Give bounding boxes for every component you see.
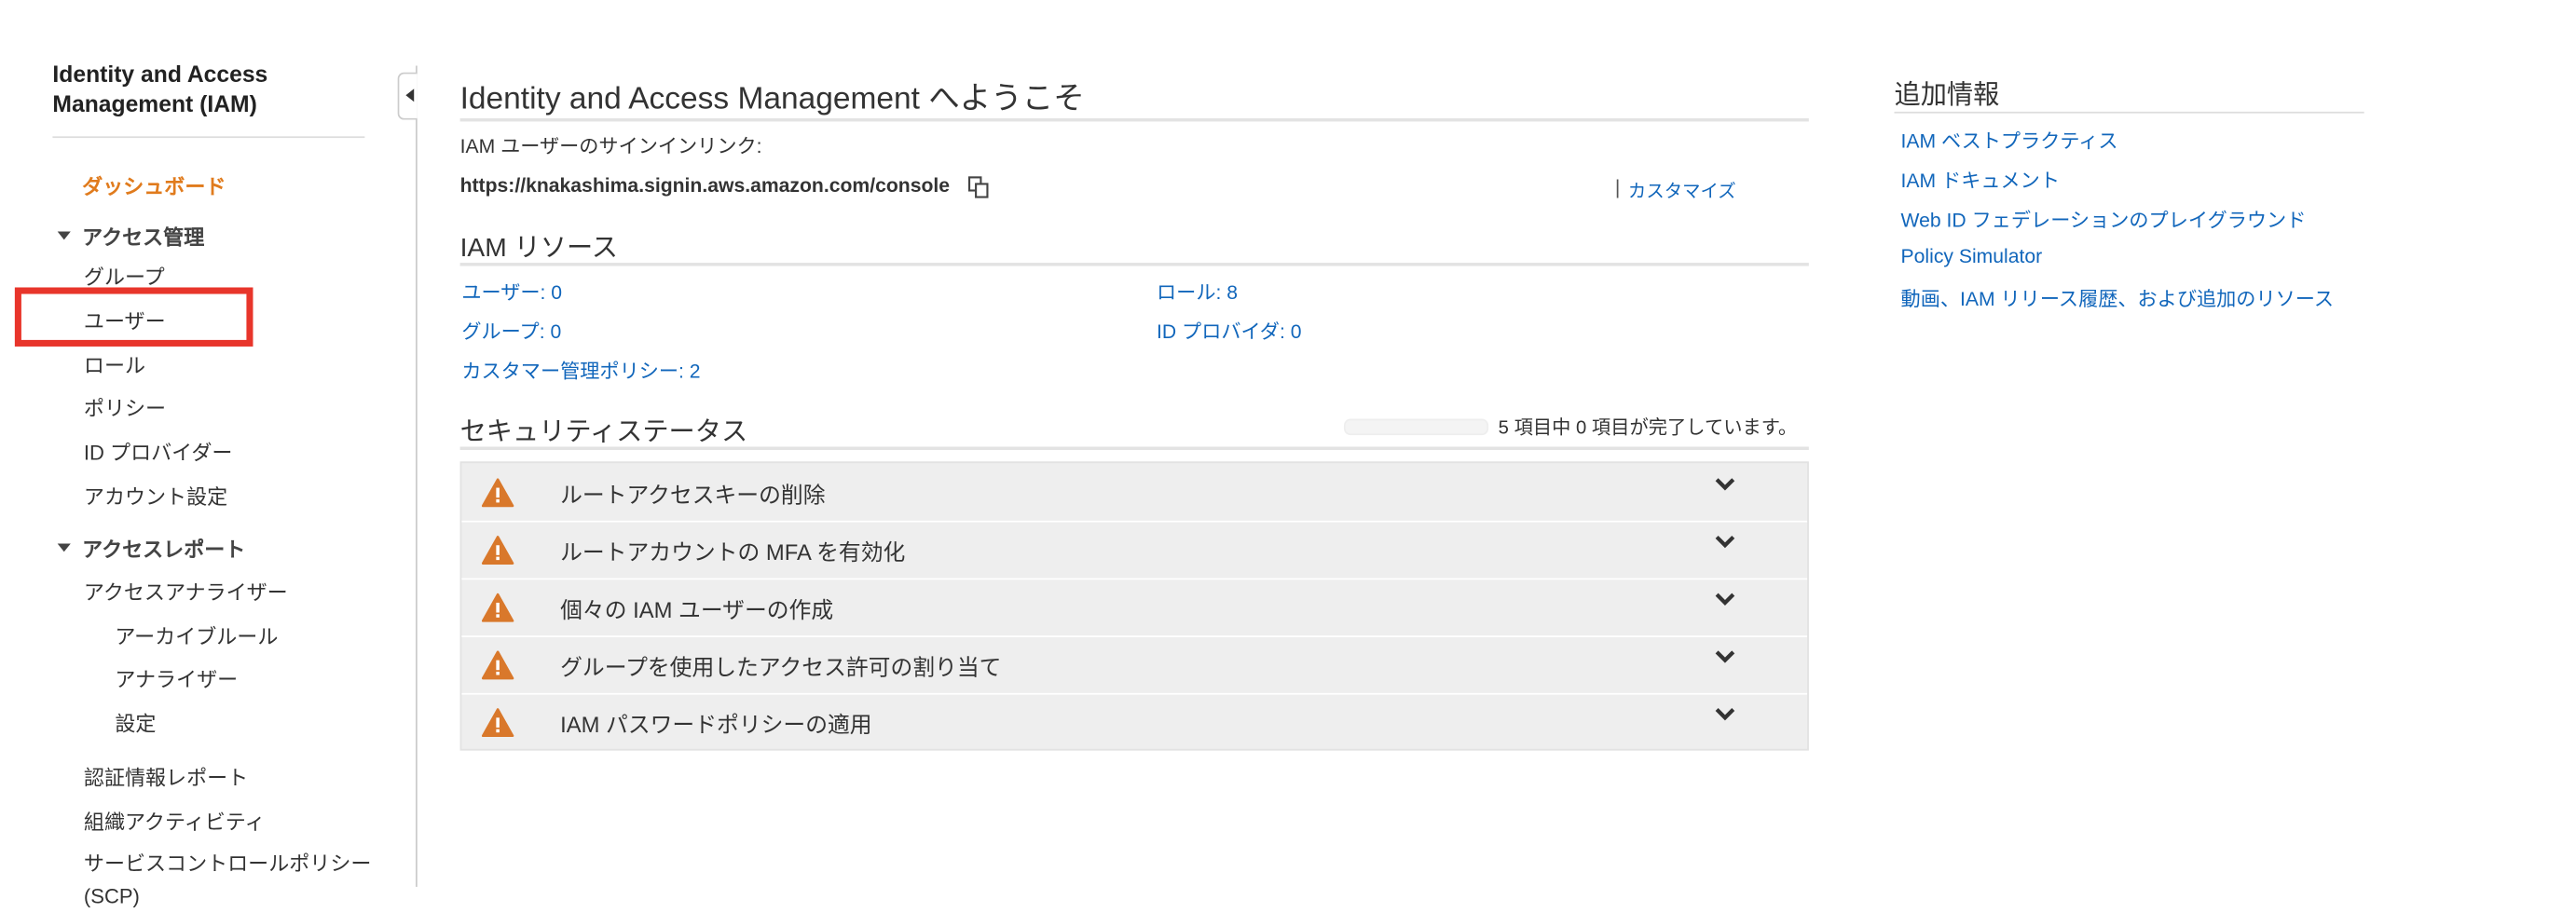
sidebar-item-org-activity[interactable]: 組織アクティビティ: [84, 805, 266, 836]
resource-id-providers-link[interactable]: ID プロバイダ: 0: [1157, 317, 1301, 345]
divider: [459, 446, 1809, 451]
sidebar-item-credential-report[interactable]: 認証情報レポート: [84, 760, 248, 791]
sidebar-item-policies[interactable]: ポリシー: [84, 391, 166, 422]
sidebar-item-analyzer-settings[interactable]: 設定: [115, 706, 156, 737]
customize-link[interactable]: カスタマイズ: [1628, 177, 1736, 203]
divider: [459, 263, 1809, 266]
caret-down-icon[interactable]: [57, 543, 71, 552]
chevron-down-icon[interactable]: [1714, 592, 1737, 608]
link-web-id-playground[interactable]: Web ID フェデレーションのプレイグラウンド: [1901, 205, 2307, 233]
security-item-label: 個々の IAM ユーザーの作成: [560, 597, 834, 623]
security-item-label: ルートアカウントの MFA を有効化: [560, 539, 906, 566]
sidebar-item-analyzers[interactable]: アナライザー: [115, 661, 238, 692]
warning-icon: [481, 478, 514, 508]
security-status-title: セキュリティステータス: [459, 418, 748, 447]
chevron-down-icon[interactable]: [1714, 648, 1737, 665]
resource-users-link[interactable]: ユーザー: 0: [461, 278, 562, 306]
collapse-sidebar-button[interactable]: [397, 72, 418, 120]
chevron-down-icon[interactable]: [1714, 706, 1737, 723]
resource-customer-policies-link[interactable]: カスタマー管理ポリシー: 2: [461, 357, 700, 385]
chevron-down-icon[interactable]: [1714, 534, 1737, 551]
sidebar-item-account-settings[interactable]: アカウント設定: [84, 480, 227, 511]
link-videos-resources[interactable]: 動画、IAM リリース履歴、および追加のリソース: [1901, 284, 2334, 312]
sidebar-section-access-management[interactable]: アクセス管理: [82, 220, 204, 251]
sidebar-item-access-analyzer[interactable]: アクセスアナライザー: [84, 575, 288, 606]
warning-icon: [481, 650, 514, 680]
sidebar-item-groups[interactable]: グループ: [84, 260, 165, 291]
sidebar-item-id-providers[interactable]: ID プロバイダー: [84, 435, 233, 466]
sidebar-border: [415, 65, 418, 887]
security-progress-bar: [1343, 418, 1489, 436]
resource-roles-link[interactable]: ロール: 8: [1157, 278, 1238, 306]
signin-label: IAM ユーザーのサインインリンク:: [459, 134, 762, 158]
sidebar-title: Identity and Access Management (IAM): [52, 59, 267, 117]
warning-icon: [481, 593, 514, 622]
security-checklist: ルートアクセスキーの削除 ルートアカウントの MFA を有効化 個々の IAM …: [459, 461, 1809, 751]
caret-down-icon[interactable]: [57, 231, 71, 240]
customize-separator: |: [1614, 175, 1621, 199]
sidebar-item-archive-rules[interactable]: アーカイブルール: [115, 620, 278, 650]
link-best-practices[interactable]: IAM ベストプラクティス: [1901, 127, 2118, 155]
security-item-label: ルートアクセスキーの削除: [560, 483, 826, 508]
security-item[interactable]: グループを使用したアクセス許可の割り当て: [461, 635, 1808, 695]
page-title: Identity and Access Management へようこそ: [459, 82, 1085, 117]
sidebar-divider: [52, 136, 365, 139]
security-progress-text: 5 項目中 0 項目が完了しています。: [1498, 418, 1798, 439]
chevron-down-icon[interactable]: [1714, 476, 1737, 493]
iam-console: Identity and Access Management (IAM) ダッシ…: [0, 0, 2576, 908]
sidebar-item-roles[interactable]: ロール: [84, 348, 145, 379]
warning-icon: [481, 708, 514, 738]
warning-icon: [481, 536, 514, 565]
security-item[interactable]: ルートアクセスキーの削除: [461, 463, 1808, 523]
sidebar-title-line1: Identity and Access: [52, 61, 268, 88]
signin-url[interactable]: https://knakashima.signin.aws.amazon.com…: [460, 174, 950, 198]
additional-info-title: 追加情報: [1894, 82, 2000, 111]
security-item-label: IAM パスワードポリシーの適用: [560, 713, 872, 738]
security-item[interactable]: IAM パスワードポリシーの適用: [461, 693, 1807, 751]
sidebar-item-scp[interactable]: サービスコントロールポリシー (SCP): [84, 848, 388, 913]
link-documentation[interactable]: IAM ドキュメント: [1901, 166, 2060, 194]
sidebar-title-line2: Management (IAM): [52, 89, 257, 117]
security-item-label: グループを使用したアクセス許可の割り当て: [560, 655, 1002, 680]
security-item[interactable]: 個々の IAM ユーザーの作成: [461, 579, 1808, 637]
divider: [459, 117, 1809, 122]
highlight-box: [14, 287, 253, 347]
sidebar-section-access-reports[interactable]: アクセスレポート: [82, 532, 245, 563]
resource-groups-link[interactable]: グループ: 0: [461, 317, 561, 345]
security-item[interactable]: ルートアカウントの MFA を有効化: [461, 521, 1808, 580]
sidebar-item-dashboard[interactable]: ダッシュボード: [82, 170, 226, 200]
link-policy-simulator[interactable]: Policy Simulator: [1901, 245, 2043, 268]
resources-title: IAM リソース: [459, 235, 618, 264]
copy-icon[interactable]: [967, 176, 989, 199]
divider: [1894, 111, 2364, 114]
